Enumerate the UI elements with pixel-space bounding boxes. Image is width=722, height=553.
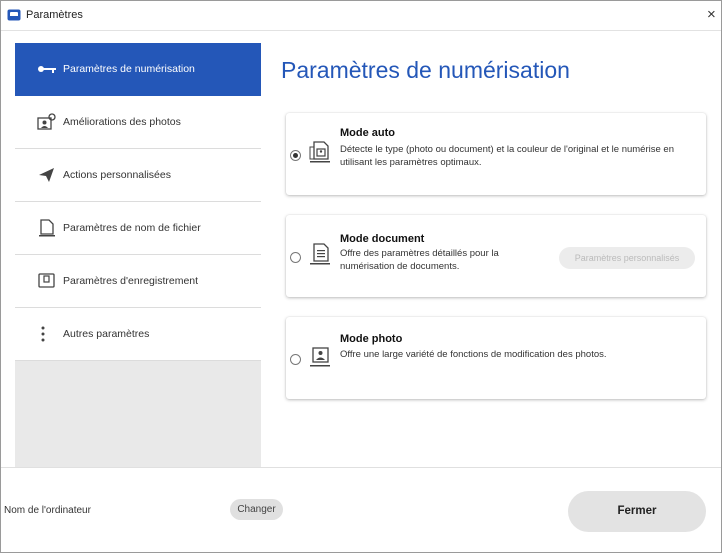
- window-title: Paramètres: [26, 9, 83, 21]
- sidebar-item-label: Paramètres de numérisation: [63, 63, 195, 75]
- sidebar: Paramètres de numérisation Améliorations…: [15, 43, 261, 467]
- custom-settings-button[interactable]: Paramètres personnalisés: [559, 247, 695, 269]
- auto-mode-icon: [309, 141, 330, 163]
- close-button[interactable]: Fermer: [568, 491, 706, 532]
- sidebar-item-label: Actions personnalisées: [63, 169, 171, 181]
- send-icon: [39, 168, 54, 182]
- change-button[interactable]: Changer: [230, 499, 283, 520]
- computer-name-label: Nom de l'ordinateur: [4, 505, 91, 516]
- sidebar-item-label: Améliorations des photos: [63, 116, 181, 128]
- footer-divider: [1, 467, 721, 468]
- mode-auto-card[interactable]: Mode auto Détecte le type (photo ou docu…: [286, 113, 706, 195]
- title-bar: Paramètres ×: [1, 1, 721, 31]
- document-mode-icon: [310, 243, 330, 265]
- photo-enhance-icon: [37, 113, 56, 130]
- photo-mode-icon: [310, 347, 330, 367]
- mode-description: Offre une large variété de fonctions de …: [340, 349, 607, 360]
- mode-description: Offre des paramètres détaillés pour la n…: [340, 248, 499, 272]
- mode-photo-radio[interactable]: [290, 354, 301, 365]
- window-close-button[interactable]: ×: [707, 5, 721, 25]
- sidebar-item-custom-actions[interactable]: Actions personnalisées: [15, 149, 261, 202]
- mode-document-card[interactable]: Mode document Offre des paramètres détai…: [286, 215, 706, 297]
- mode-description: Détecte le type (photo ou document) et l…: [340, 144, 674, 168]
- sidebar-item-label: Autres paramètres: [63, 328, 150, 340]
- mode-auto-radio[interactable]: [290, 150, 301, 161]
- main-panel: Paramètres de numérisation Mode auto Dét…: [261, 43, 721, 467]
- mode-title: Mode photo: [340, 333, 403, 345]
- sidebar-item-label: Paramètres de nom de fichier: [63, 222, 201, 234]
- sidebar-item-other-settings[interactable]: Autres paramètres: [15, 308, 261, 361]
- sidebar-item-file-name-settings[interactable]: Paramètres de nom de fichier: [15, 202, 261, 255]
- mode-title: Mode auto: [340, 127, 395, 139]
- mode-photo-card[interactable]: Mode photo Offre une large variété de fo…: [286, 317, 706, 399]
- app-icon: [7, 9, 21, 21]
- key-icon: [38, 66, 56, 73]
- sidebar-item-save-settings[interactable]: Paramètres d'enregistrement: [15, 255, 261, 308]
- file-icon: [39, 219, 55, 237]
- mode-title: Mode document: [340, 233, 425, 245]
- page-title: Paramètres de numérisation: [281, 57, 570, 83]
- sidebar-item-scan-settings[interactable]: Paramètres de numérisation: [15, 43, 261, 96]
- sidebar-item-photo-enhancements[interactable]: Améliorations des photos: [15, 96, 261, 149]
- sidebar-item-label: Paramètres d'enregistrement: [63, 275, 199, 287]
- save-icon: [38, 273, 55, 288]
- mode-document-radio[interactable]: [290, 252, 301, 263]
- settings-window: Paramètres × Paramètres de numérisation …: [0, 0, 722, 553]
- more-vertical-icon: [41, 326, 45, 342]
